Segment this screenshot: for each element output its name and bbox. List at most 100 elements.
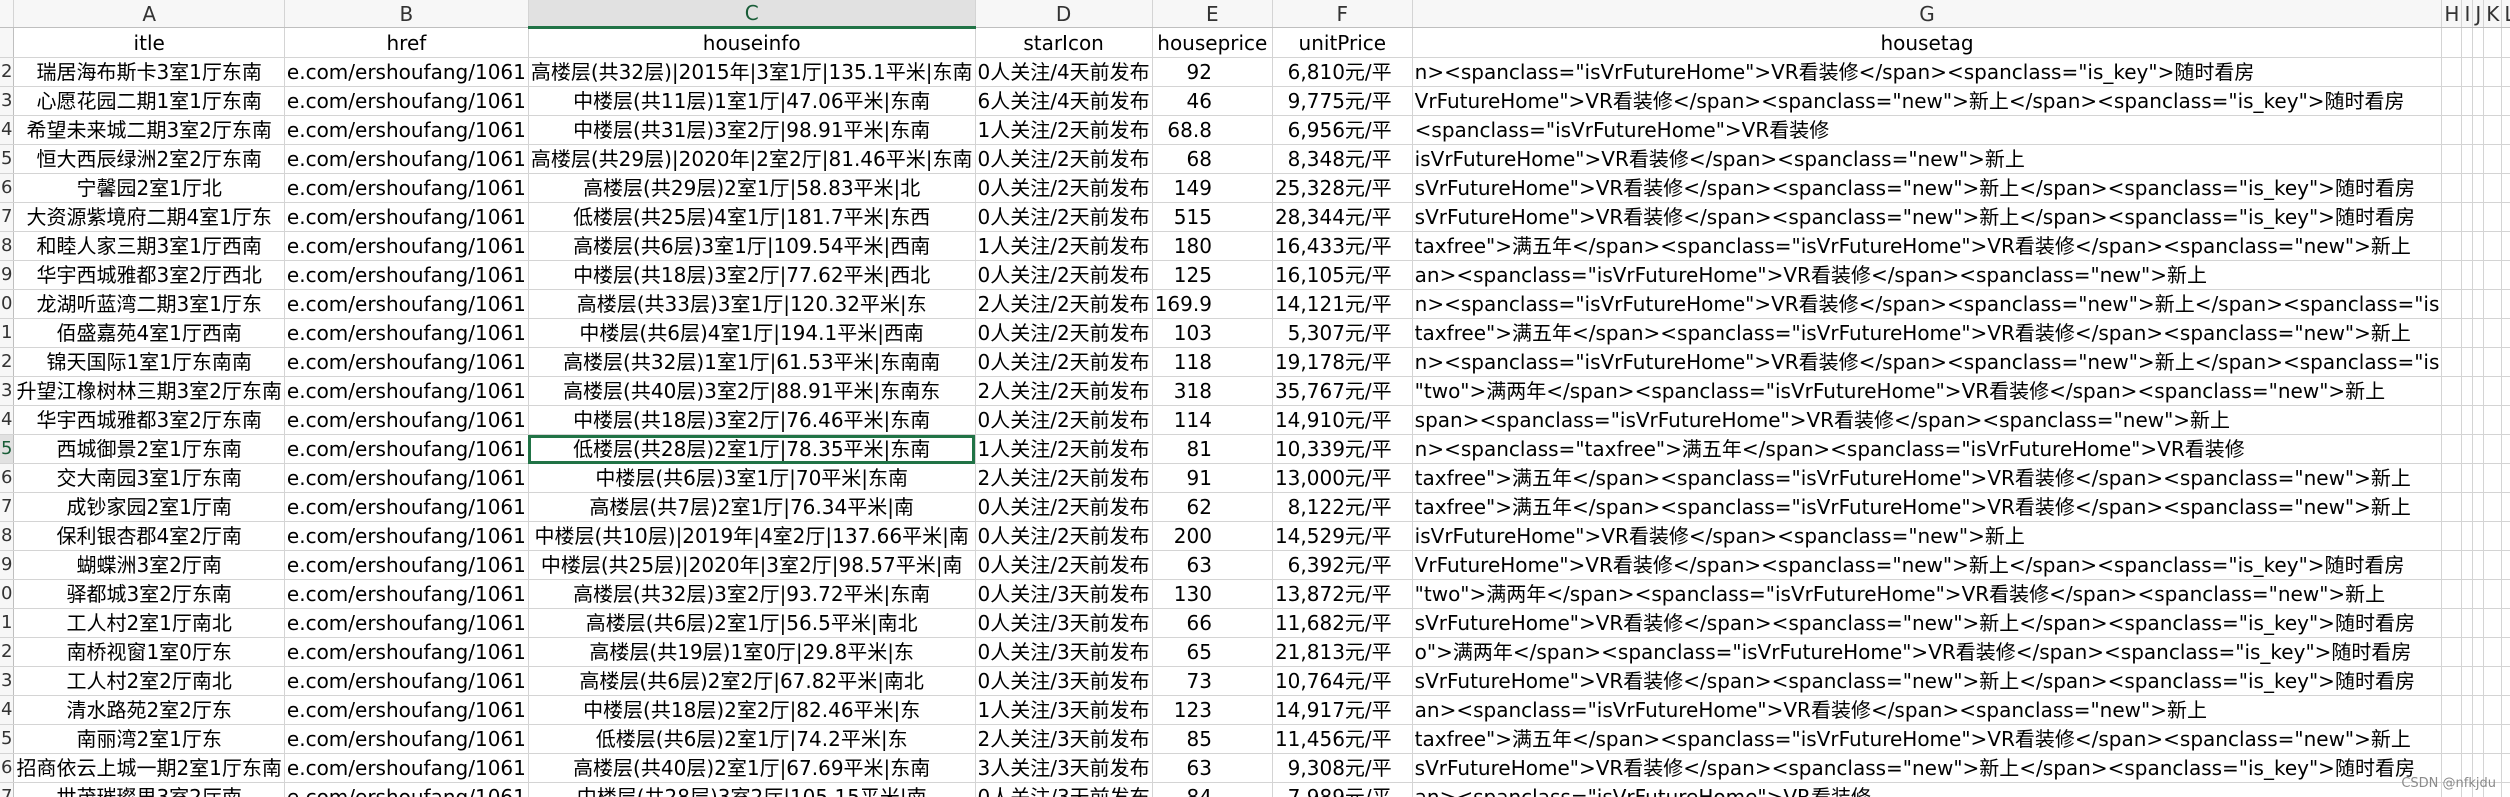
cell[interactable] <box>2501 260 2510 290</box>
cell[interactable] <box>2441 666 2463 696</box>
cell[interactable] <box>2501 753 2510 783</box>
cell[interactable]: 0人关注/3天前发布 <box>975 637 1153 667</box>
cell[interactable]: 高楼层(共6层)2室1厅|56.5平米|南北 <box>528 608 976 638</box>
cell[interactable] <box>2461 202 2474 232</box>
cell[interactable] <box>2472 173 2485 203</box>
cell[interactable]: 1人关注/2天前发布 <box>975 231 1153 261</box>
column-header-f[interactable]: F <box>1272 0 1413 28</box>
row-header[interactable]: 4 <box>0 405 15 435</box>
cell[interactable] <box>2461 405 2474 435</box>
cell[interactable] <box>2501 492 2510 522</box>
cell[interactable] <box>2501 86 2510 116</box>
cell[interactable] <box>2501 724 2510 754</box>
cell[interactable]: e.com/ershoufang/1061 <box>284 724 529 754</box>
cell[interactable]: sVrFutureHome">VR看装修</span><spanclass="n… <box>1412 666 2443 696</box>
cell[interactable]: 46 <box>1152 86 1273 116</box>
cell[interactable] <box>2472 463 2485 493</box>
cell[interactable] <box>2472 347 2485 377</box>
cell[interactable]: 114 <box>1152 405 1273 435</box>
row-header[interactable]: 6 <box>0 753 15 783</box>
cell[interactable]: 2人关注/3天前发布 <box>975 724 1153 754</box>
header-cell[interactable] <box>2461 27 2474 58</box>
cell[interactable] <box>2461 695 2474 725</box>
cell[interactable] <box>2472 724 2485 754</box>
row-header[interactable]: 3 <box>0 666 15 696</box>
cell[interactable] <box>2501 666 2510 696</box>
cell[interactable]: taxfree">满五年</span><spanclass="isVrFutur… <box>1412 492 2443 522</box>
cell[interactable]: sVrFutureHome">VR看装修</span><spanclass="n… <box>1412 173 2443 203</box>
cell[interactable]: 16,433元/平 <box>1272 231 1413 261</box>
header-cell[interactable]: starIcon <box>975 27 1153 58</box>
cell[interactable]: 25,328元/平 <box>1272 173 1413 203</box>
cell[interactable]: 希望未来城二期3室2厅东南 <box>13 115 285 145</box>
cell[interactable]: 中楼层(共6层)3室1厅|70平米|东南 <box>528 463 976 493</box>
row-header[interactable]: 5 <box>0 434 15 464</box>
cell[interactable] <box>2461 260 2474 290</box>
cell[interactable]: 169.9 <box>1152 289 1273 319</box>
cell[interactable]: an><spanclass="isVrFutureHome">VR看装修 <box>1412 782 2443 797</box>
cell[interactable]: 高楼层(共7层)2室1厅|76.34平米|南 <box>528 492 976 522</box>
cell[interactable]: 91 <box>1152 463 1273 493</box>
cell[interactable]: 交大南园3室1厅东南 <box>13 463 285 493</box>
cell[interactable]: 9,308元/平 <box>1272 753 1413 783</box>
cell[interactable]: e.com/ershoufang/1061 <box>284 666 529 696</box>
row-header[interactable]: 6 <box>0 173 15 203</box>
cell[interactable]: 19,178元/平 <box>1272 347 1413 377</box>
cell[interactable] <box>2472 695 2485 725</box>
cell[interactable]: 63 <box>1152 550 1273 580</box>
row-header[interactable]: 8 <box>0 231 15 261</box>
cell[interactable]: 高楼层(共29层)2室1厅|58.83平米|北 <box>528 173 976 203</box>
cell[interactable]: 1人关注/3天前发布 <box>975 695 1153 725</box>
cell[interactable]: 中楼层(共6层)4室1厅|194.1平米|西南 <box>528 318 976 348</box>
header-cell[interactable] <box>2501 27 2510 58</box>
cell[interactable] <box>2461 86 2474 116</box>
cell[interactable]: 龙湖听蓝湾二期3室1厅东 <box>13 289 285 319</box>
cell[interactable] <box>2461 434 2474 464</box>
cell[interactable]: isVrFutureHome">VR看装修</span><spanclass="… <box>1412 144 2443 174</box>
row-header[interactable]: 0 <box>0 579 15 609</box>
cell[interactable]: 68.8 <box>1152 115 1273 145</box>
cell[interactable]: 3人关注/3天前发布 <box>975 753 1153 783</box>
cell[interactable]: 6人关注/4天前发布 <box>975 86 1153 116</box>
cell[interactable] <box>2483 57 2503 87</box>
cell[interactable]: sVrFutureHome">VR看装修</span><spanclass="n… <box>1412 202 2443 232</box>
cell[interactable]: 中楼层(共18层)3室2厅|76.46平米|东南 <box>528 405 976 435</box>
cell[interactable] <box>2483 202 2503 232</box>
cell[interactable]: taxfree">满五年</span><spanclass="isVrFutur… <box>1412 318 2443 348</box>
cell[interactable]: 63 <box>1152 753 1273 783</box>
cell[interactable]: 0人关注/2天前发布 <box>975 260 1153 290</box>
cell[interactable]: 恒大西辰绿洲2室2厅东南 <box>13 144 285 174</box>
cell[interactable] <box>2501 782 2510 797</box>
cell[interactable]: 瑞居海布斯卡3室1厅东南 <box>13 57 285 87</box>
cell[interactable] <box>2501 434 2510 464</box>
cell[interactable]: e.com/ershoufang/1061 <box>284 782 529 797</box>
cell[interactable] <box>2483 231 2503 261</box>
cell[interactable] <box>2441 405 2463 435</box>
cell[interactable]: 低楼层(共25层)4室1厅|181.7平米|东西 <box>528 202 976 232</box>
cell[interactable]: o">满两年</span><spanclass="isVrFutureHome"… <box>1412 637 2443 667</box>
cell[interactable] <box>2441 608 2463 638</box>
cell[interactable]: 低楼层(共6层)2室1厅|74.2平米|东 <box>528 724 976 754</box>
cell[interactable] <box>2501 376 2510 406</box>
cell[interactable]: 高楼层(共32层)1室1厅|61.53平米|东南南 <box>528 347 976 377</box>
cell[interactable]: 200 <box>1152 521 1273 551</box>
cell[interactable]: 成钞家园2室1厅南 <box>13 492 285 522</box>
cell[interactable]: e.com/ershoufang/1061 <box>284 434 529 464</box>
cell[interactable]: 保利银杏郡4室2厅南 <box>13 521 285 551</box>
cell[interactable]: sVrFutureHome">VR看装修</span><spanclass="n… <box>1412 753 2443 783</box>
cell[interactable]: 5,307元/平 <box>1272 318 1413 348</box>
row-header[interactable]: 1 <box>0 608 15 638</box>
cell[interactable]: 14,529元/平 <box>1272 521 1413 551</box>
cell[interactable] <box>2501 579 2510 609</box>
cell[interactable]: 华宇西城雅都3室2厅东南 <box>13 405 285 435</box>
cell[interactable]: e.com/ershoufang/1061 <box>284 492 529 522</box>
cell[interactable]: e.com/ershoufang/1061 <box>284 318 529 348</box>
cell[interactable]: e.com/ershoufang/1061 <box>284 753 529 783</box>
cell[interactable] <box>2441 724 2463 754</box>
column-header-k[interactable]: K <box>2483 0 2503 28</box>
cell[interactable]: 125 <box>1152 260 1273 290</box>
cell[interactable]: 0人关注/2天前发布 <box>975 550 1153 580</box>
cell[interactable]: 68 <box>1152 144 1273 174</box>
cell[interactable] <box>2441 637 2463 667</box>
cell[interactable] <box>2501 608 2510 638</box>
